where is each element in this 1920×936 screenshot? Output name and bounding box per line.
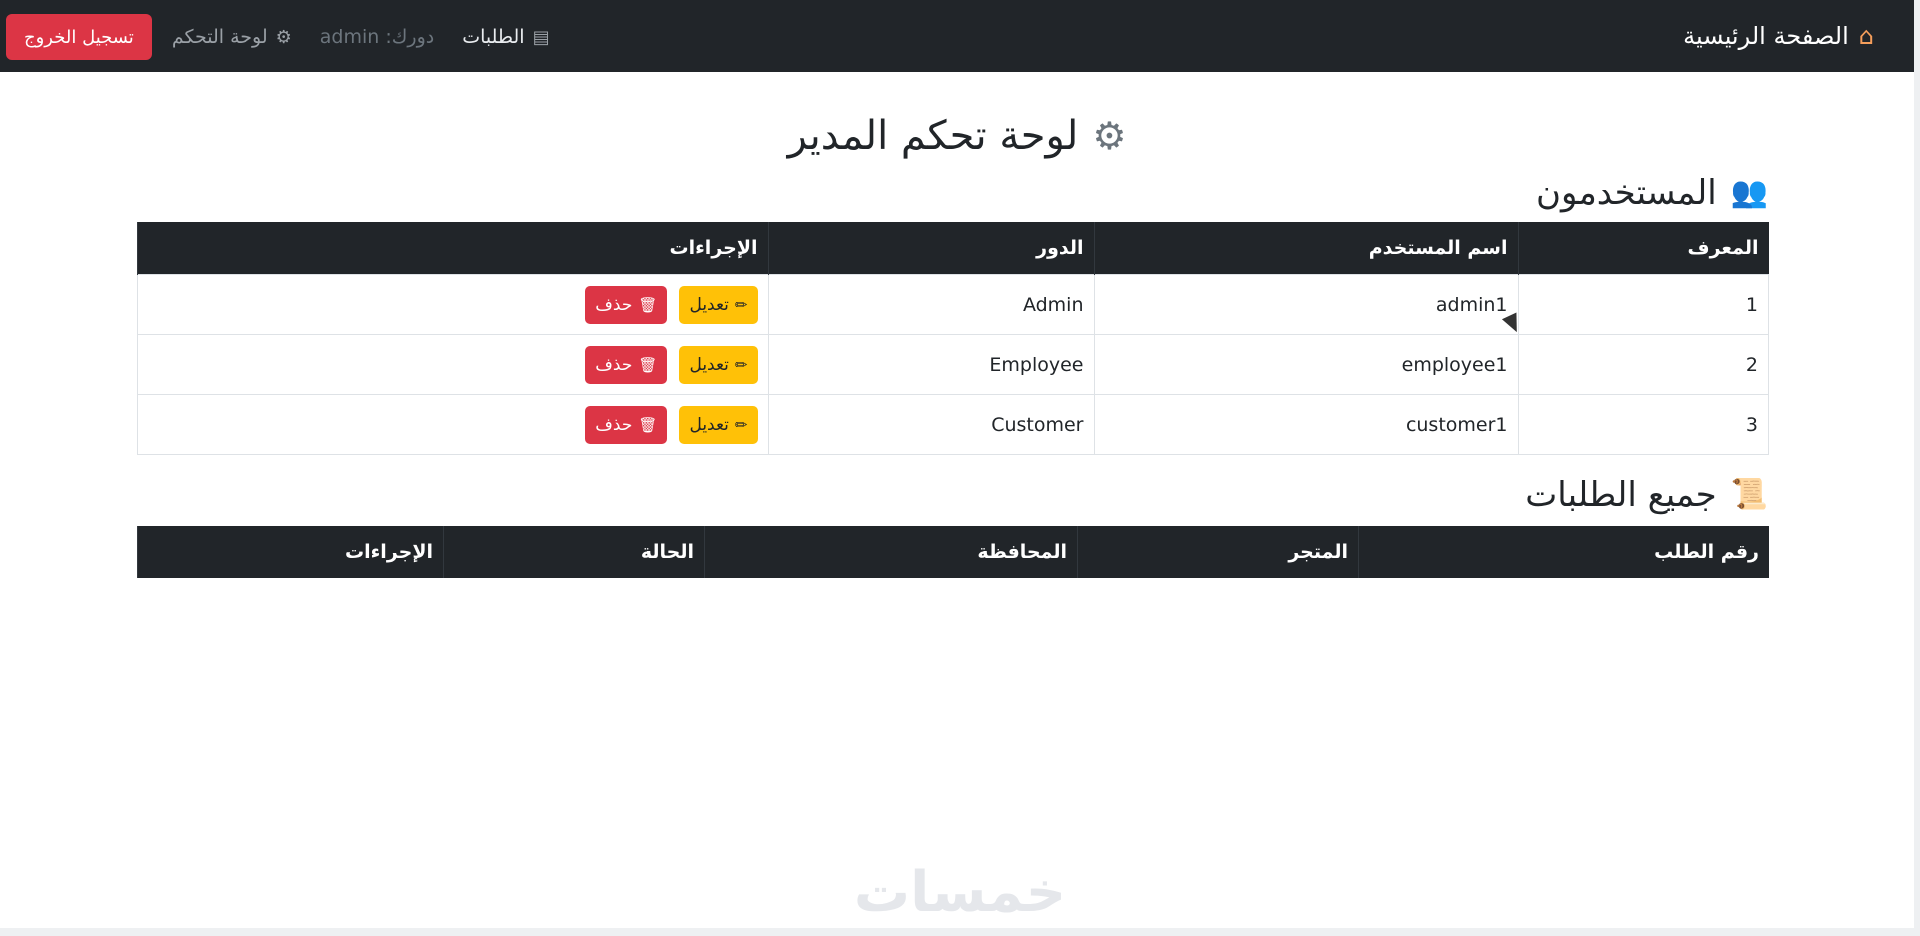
header-actions: الإجراءات: [137, 526, 444, 578]
orders-table: رقم الطلب المتجر المحافظة الحالة الإجراء…: [137, 526, 1769, 578]
logout-button[interactable]: تسجيل الخروج: [6, 14, 152, 60]
users-title-text: المستخدمون: [1536, 173, 1717, 213]
edit-button[interactable]: ✏ تعديل: [679, 345, 758, 384]
cell-username: employee1: [1093, 334, 1519, 395]
delete-button[interactable]: 🗑 حذف: [585, 285, 668, 324]
cell-actions: ✏ تعديل 🗑 حذف: [137, 394, 769, 455]
orders-table-header: رقم الطلب المتجر المحافظة الحالة الإجراء…: [137, 526, 1769, 578]
orders-section-title: 📜 جميع الطلبات: [1525, 472, 1768, 518]
cell-role: Customer: [767, 394, 1095, 455]
home-link[interactable]: ⌂ الصفحة الرئيسية: [1683, 18, 1874, 54]
cell-actions: ✏ تعديل 🗑 حذف: [137, 334, 769, 395]
top-navbar: ⌂ الصفحة الرئيسية ▤ الطلبات دورك: admin …: [0, 0, 1914, 72]
orders-title-text: جميع الطلبات: [1525, 475, 1717, 515]
role-indicator: دورك: admin: [306, 15, 448, 59]
cell-username: customer1: [1093, 394, 1519, 455]
window-bottom-border: [0, 928, 1920, 936]
gear-icon: ⚙: [1092, 114, 1127, 158]
header-status: الحالة: [443, 526, 705, 578]
users-section-title: 👥 المستخدمون: [1536, 170, 1768, 216]
document-icon: ▤: [532, 26, 550, 48]
cell-id: 2: [1517, 334, 1769, 395]
table-row: 1 admin1 Admin ✏ تعديل 🗑 حذف: [137, 274, 1769, 335]
nav-orders-label: الطلبات: [462, 26, 525, 48]
delete-button[interactable]: 🗑 حذف: [585, 405, 668, 444]
cell-username: admin1: [1093, 274, 1519, 335]
header-store: المتجر: [1077, 526, 1359, 578]
trash-icon: 🗑: [638, 415, 658, 434]
nav-links: ▤ الطلبات دورك: admin ⚙ لوحة التحكم تسجي…: [6, 14, 564, 60]
role-text: دورك: admin: [319, 26, 435, 48]
delete-label: حذف: [595, 354, 633, 375]
gear-icon: ⚙: [275, 26, 292, 48]
delete-label: حذف: [595, 414, 633, 435]
nav-dashboard-link[interactable]: ⚙ لوحة التحكم: [158, 15, 306, 59]
nav-orders-link[interactable]: ▤ الطلبات: [448, 15, 563, 59]
table-row: 2 employee1 Employee ✏ تعديل 🗑 حذف: [137, 334, 1769, 395]
cell-id: 3: [1517, 394, 1769, 455]
edit-label: تعديل: [689, 294, 729, 315]
trash-icon: 🗑: [638, 295, 658, 314]
pencil-icon: ✏: [734, 295, 748, 314]
brand-label: الصفحة الرئيسية: [1683, 22, 1849, 50]
header-role: الدور: [767, 222, 1094, 275]
trash-icon: 🗑: [638, 355, 658, 374]
users-table: المعرف اسم المستخدم الدور الإجراءات 1 ad…: [137, 222, 1769, 455]
edit-label: تعديل: [689, 354, 729, 375]
delete-label: حذف: [595, 294, 633, 315]
header-id: المعرف: [1517, 222, 1769, 275]
window-right-border: [1914, 0, 1920, 936]
users-table-header: المعرف اسم المستخدم الدور الإجراءات: [137, 222, 1769, 275]
header-order-number: رقم الطلب: [1358, 526, 1769, 578]
pencil-icon: ✏: [734, 415, 748, 434]
edit-button[interactable]: ✏ تعديل: [679, 405, 758, 444]
edit-label: تعديل: [689, 414, 729, 435]
header-username: اسم المستخدم: [1093, 222, 1518, 275]
page-title: ⚙ لوحة تحكم المدير: [0, 108, 1914, 164]
page-title-text: لوحة تحكم المدير: [787, 113, 1079, 159]
pencil-icon: ✏: [734, 355, 748, 374]
watermark-logo: خمسات: [853, 860, 1067, 925]
nav-dashboard-label: لوحة التحكم: [171, 26, 268, 48]
cell-actions: ✏ تعديل 🗑 حذف: [137, 274, 769, 335]
users-icon: 👥: [1730, 175, 1768, 210]
header-actions: الإجراءات: [137, 222, 768, 275]
cell-role: Employee: [767, 334, 1095, 395]
edit-button[interactable]: ✏ تعديل: [679, 285, 758, 324]
cell-role: Admin: [767, 274, 1095, 335]
house-icon: ⌂: [1858, 22, 1874, 50]
header-governorate: المحافظة: [704, 526, 1078, 578]
cell-id: 1: [1517, 274, 1769, 335]
table-row: 3 customer1 Customer ✏ تعديل 🗑 حذف: [137, 394, 1769, 455]
delete-button[interactable]: 🗑 حذف: [585, 345, 668, 384]
scroll-icon: 📜: [1730, 477, 1768, 512]
